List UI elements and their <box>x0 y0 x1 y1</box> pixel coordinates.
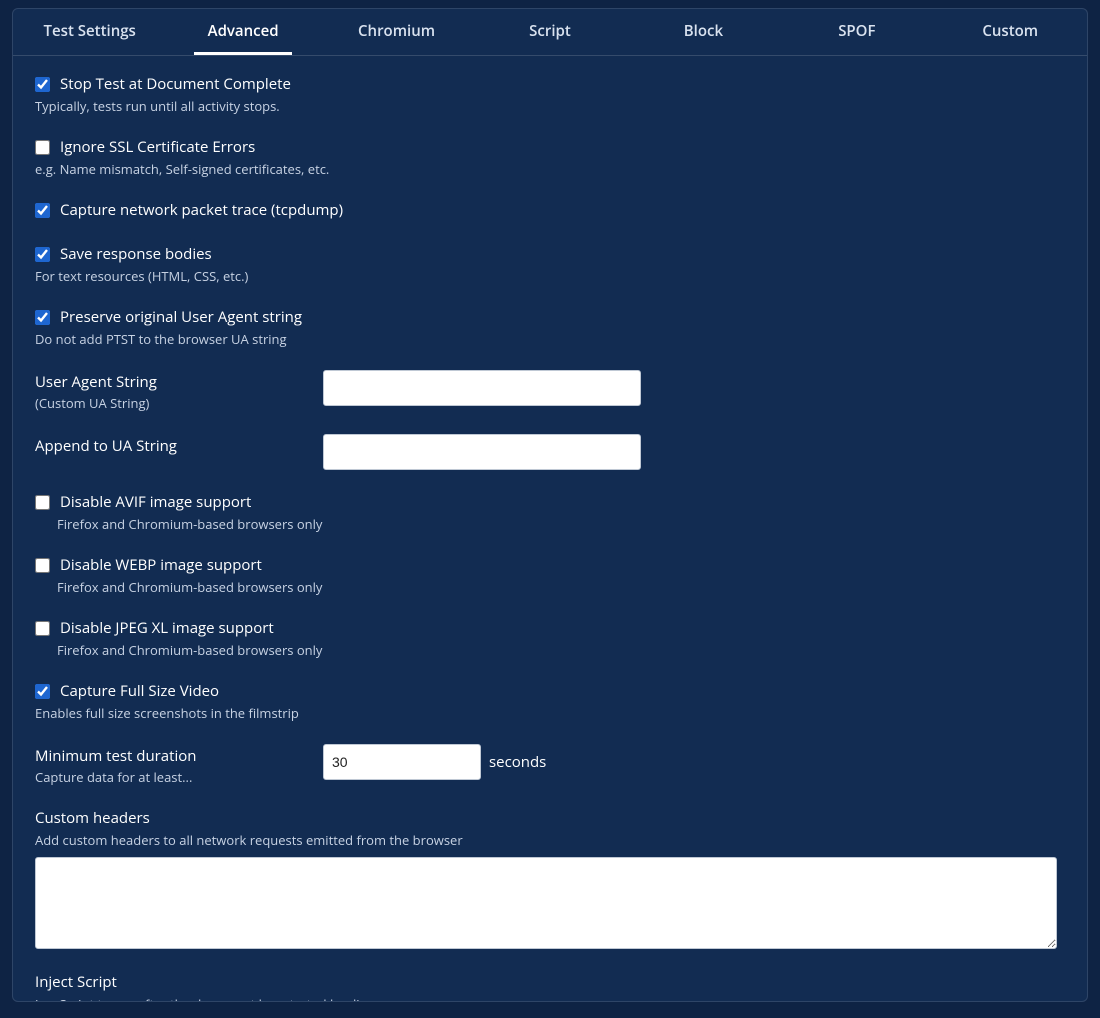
inject-script-sub: JavaScript to run after the document has… <box>35 995 1065 1002</box>
save-bodies-help: For text resources (HTML, CSS, etc.) <box>35 267 1065 285</box>
min-duration-suffix: seconds <box>489 752 546 772</box>
ua-string-label: User Agent String <box>35 372 323 392</box>
custom-headers-textarea[interactable] <box>35 857 1057 949</box>
tcpdump-checkbox[interactable] <box>35 203 50 218</box>
inject-script-label: Inject Script <box>35 972 1065 992</box>
advanced-content: Stop Test at Document Complete Typically… <box>13 56 1087 1002</box>
tabs-bar: Test Settings Advanced Chromium Script B… <box>13 9 1087 56</box>
disable-jxl-checkbox[interactable] <box>35 621 50 636</box>
custom-headers-label: Custom headers <box>35 808 1065 828</box>
ua-string-sub: (Custom UA String) <box>35 394 323 412</box>
ignore-ssl-label: Ignore SSL Certificate Errors <box>60 137 255 157</box>
tab-spof[interactable]: SPOF <box>780 9 933 55</box>
disable-webp-label: Disable WEBP image support <box>60 555 262 575</box>
tab-script[interactable]: Script <box>473 9 626 55</box>
custom-headers-sub: Add custom headers to all network reques… <box>35 831 1065 849</box>
tab-chromium[interactable]: Chromium <box>320 9 473 55</box>
stop-doc-complete-checkbox[interactable] <box>35 77 50 92</box>
full-video-label: Capture Full Size Video <box>60 681 219 701</box>
disable-avif-label: Disable AVIF image support <box>60 492 251 512</box>
ignore-ssl-help: e.g. Name mismatch, Self-signed certific… <box>35 160 1065 178</box>
disable-jxl-help: Firefox and Chromium-based browsers only <box>57 641 1065 659</box>
stop-doc-complete-label: Stop Test at Document Complete <box>60 74 291 94</box>
preserve-ua-checkbox[interactable] <box>35 310 50 325</box>
append-ua-input[interactable] <box>323 434 641 470</box>
preserve-ua-label: Preserve original User Agent string <box>60 307 302 327</box>
ignore-ssl-checkbox[interactable] <box>35 140 50 155</box>
disable-webp-checkbox[interactable] <box>35 558 50 573</box>
append-ua-label: Append to UA String <box>35 436 323 456</box>
min-duration-label: Minimum test duration <box>35 746 323 766</box>
disable-webp-help: Firefox and Chromium-based browsers only <box>57 578 1065 596</box>
full-video-help: Enables full size screenshots in the fil… <box>35 704 1065 722</box>
tab-advanced[interactable]: Advanced <box>166 9 319 55</box>
min-duration-input[interactable] <box>323 744 481 780</box>
stop-doc-complete-help: Typically, tests run until all activity … <box>35 97 1065 115</box>
save-bodies-label: Save response bodies <box>60 244 212 264</box>
tab-test-settings[interactable]: Test Settings <box>13 9 166 55</box>
save-bodies-checkbox[interactable] <box>35 247 50 262</box>
disable-avif-checkbox[interactable] <box>35 495 50 510</box>
min-duration-sub: Capture data for at least... <box>35 768 323 786</box>
tab-block[interactable]: Block <box>627 9 780 55</box>
tab-custom[interactable]: Custom <box>934 9 1087 55</box>
disable-avif-help: Firefox and Chromium-based browsers only <box>57 515 1065 533</box>
full-video-checkbox[interactable] <box>35 684 50 699</box>
settings-panel: Test Settings Advanced Chromium Script B… <box>12 8 1088 1002</box>
tcpdump-label: Capture network packet trace (tcpdump) <box>60 200 343 220</box>
ua-string-input[interactable] <box>323 370 641 406</box>
disable-jxl-label: Disable JPEG XL image support <box>60 618 274 638</box>
preserve-ua-help: Do not add PTST to the browser UA string <box>35 330 1065 348</box>
